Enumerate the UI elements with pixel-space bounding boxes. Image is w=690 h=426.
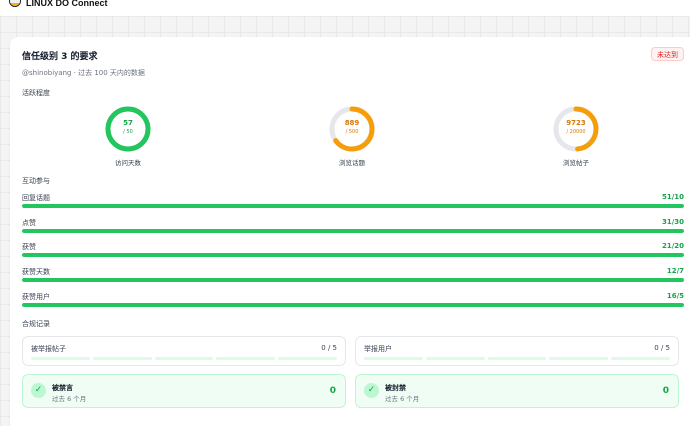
- status-subtitle: 过去 6 个月: [385, 395, 420, 403]
- bar-value: 16/5: [666, 292, 684, 300]
- ring-caption: 浏览帖子: [563, 159, 589, 167]
- page-subtitle: @shinobiyang · 过去 100 天内的数据: [22, 69, 145, 77]
- bar-label: 回复话题: [22, 194, 50, 202]
- report-segments: [31, 357, 337, 360]
- bar-liked-users: 获赞用户 16/5: [22, 292, 684, 312]
- linux-do-logo-icon[interactable]: [9, 0, 21, 7]
- bar-value: 12/7: [666, 267, 684, 275]
- bar-fill: [22, 229, 684, 233]
- bar-label: 获赞: [22, 243, 36, 251]
- bar-label: 获赞天数: [22, 268, 50, 276]
- report-label: 被举报帖子: [31, 345, 66, 353]
- report-segments: [364, 357, 670, 360]
- brand-name[interactable]: LINUX DO Connect: [26, 0, 108, 8]
- bar-track: [22, 253, 684, 257]
- status-count: 0: [662, 386, 669, 396]
- ring-value: 57: [123, 119, 133, 127]
- segment: [549, 357, 609, 360]
- silenced-status-box: ✓ 被禁言 过去 6 个月 0: [22, 374, 346, 408]
- compliance-section-label: 合规记录: [22, 320, 50, 328]
- segment: [425, 357, 485, 360]
- reported-users-box: 举报用户 0 / 5: [355, 336, 679, 366]
- reported-posts-box: 被举报帖子 0 / 5: [22, 336, 346, 366]
- bar-track: [22, 303, 684, 307]
- ring-max: / 500: [345, 129, 359, 135]
- page-title: 信任级别 3 的要求: [22, 52, 98, 62]
- ring-topics-viewed: 889 / 500 浏览话题: [312, 105, 392, 175]
- bar-value: 31/30: [661, 218, 684, 226]
- segment: [92, 357, 152, 360]
- segment: [487, 357, 547, 360]
- ring-caption: 访问天数: [115, 159, 141, 167]
- check-icon: ✓: [31, 383, 46, 398]
- bar-track: [22, 204, 684, 208]
- activity-section-label: 活跃程度: [22, 89, 50, 97]
- report-count: 0 / 5: [654, 344, 670, 352]
- bar-track: [22, 229, 684, 233]
- ring-max: / 50: [123, 129, 133, 135]
- bar-label: 获赞用户: [22, 293, 50, 301]
- status-title: 被封禁: [385, 384, 406, 392]
- ring-caption: 浏览话题: [339, 159, 365, 167]
- bar-label: 点赞: [22, 219, 36, 227]
- bar-fill: [22, 204, 684, 208]
- report-label: 举报用户: [364, 345, 392, 353]
- status-title: 被禁言: [52, 384, 73, 392]
- bar-likes-given: 点赞 31/30: [22, 218, 684, 238]
- segment: [154, 357, 214, 360]
- ring-value: 9723: [566, 119, 586, 127]
- bar-liked-days: 获赞天数 12/7: [22, 267, 684, 287]
- bar-fill: [22, 303, 684, 307]
- report-count: 0 / 5: [321, 344, 337, 352]
- trust-level-card: 信任级别 3 的要求 未达到 @shinobiyang · 过去 100 天内的…: [10, 37, 690, 426]
- status-count: 0: [329, 386, 336, 396]
- ring-posts-read: 9723 / 20000 浏览帖子: [536, 105, 616, 175]
- bar-value: 21/20: [661, 242, 684, 250]
- ring-value: 889: [344, 119, 360, 127]
- segment: [364, 357, 423, 360]
- ring-max: / 20000: [566, 129, 586, 135]
- check-icon: ✓: [364, 383, 379, 398]
- status-subtitle: 过去 6 个月: [52, 395, 87, 403]
- bar-value: 51/10: [661, 193, 684, 201]
- bar-track: [22, 278, 684, 282]
- bar-likes-received: 获赞 21/20: [22, 242, 684, 262]
- segment: [216, 357, 276, 360]
- interaction-section-label: 互动参与: [22, 177, 50, 185]
- top-bar: LINUX DO Connect: [0, 0, 690, 16]
- bar-fill: [22, 253, 684, 257]
- segment: [278, 357, 337, 360]
- bar-fill: [22, 278, 684, 282]
- segment: [611, 357, 670, 360]
- status-badge: 未达到: [651, 47, 684, 61]
- segment: [31, 357, 90, 360]
- bar-replies: 回复话题 51/10: [22, 193, 684, 213]
- ring-visit-days: 57 / 50 访问天数: [88, 105, 168, 175]
- suspended-status-box: ✓ 被封禁 过去 6 个月 0: [355, 374, 679, 408]
